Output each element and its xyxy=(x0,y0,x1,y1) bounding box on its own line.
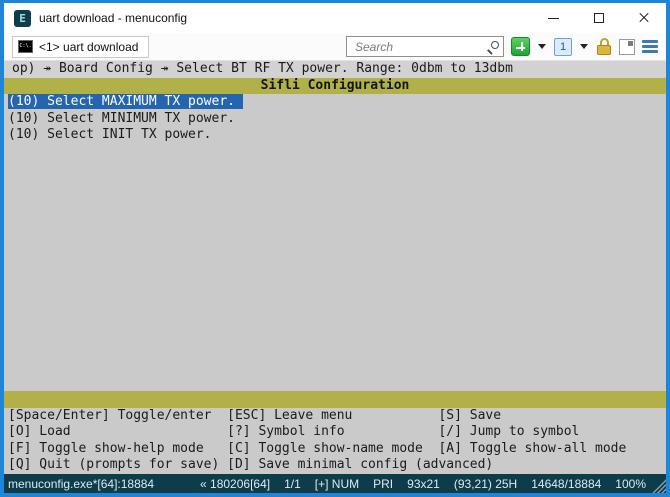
help-text: [Space/Enter] Toggle/enter [ESC] Leave m… xyxy=(4,408,666,474)
menuconfig-section-title: Sifli Configuration xyxy=(4,78,666,95)
console-list-dropdown-caret[interactable] xyxy=(580,44,588,49)
search-input[interactable] xyxy=(353,39,486,55)
console-tab[interactable]: C:\. <1> uart download xyxy=(12,36,149,58)
search-box xyxy=(346,36,504,57)
new-console-dropdown-caret[interactable] xyxy=(538,44,546,49)
new-console-button[interactable] xyxy=(511,37,530,56)
maximize-icon xyxy=(594,13,604,23)
window-title: uart download - menuconfig xyxy=(39,11,187,25)
menu-list: (10) Select MAXIMUM TX power. (10) Selec… xyxy=(4,94,666,144)
terminal-empty-area xyxy=(4,144,666,391)
tab-toolbar: C:\. <1> uart download 1 xyxy=(4,33,666,61)
status-segment: PRI xyxy=(373,477,393,491)
close-button[interactable] xyxy=(621,3,666,33)
minimize-icon xyxy=(548,18,559,19)
menu-item[interactable]: (10) Select INIT TX power. xyxy=(4,127,666,144)
menu-hamburger-icon[interactable] xyxy=(642,40,658,53)
window-panel-icon[interactable] xyxy=(619,39,635,55)
window-controls xyxy=(531,3,666,33)
status-segments: « 180206[64] 1/1 [+] NUM PRI 93x21 (93,21) 25… xyxy=(200,477,646,491)
console-tab-label: <1> uart download xyxy=(39,40,138,54)
lock-icon[interactable] xyxy=(596,38,612,56)
terminal-screen[interactable]: op) ↠ Board Config ↠ Select BT RF TX pow… xyxy=(4,61,666,474)
app-icon: E xyxy=(14,10,31,27)
console-number-button[interactable]: 1 xyxy=(554,38,572,56)
status-segment: 93x21 xyxy=(407,477,440,491)
status-segment: « 180206[64] xyxy=(200,477,270,491)
status-segment: [+] NUM xyxy=(315,477,359,491)
selected-menu-item[interactable]: (10) Select MAXIMUM TX power. xyxy=(8,94,243,109)
close-icon xyxy=(638,12,650,24)
resize-grip-icon[interactable] xyxy=(651,478,666,493)
menu-item[interactable]: (10) Select MAXIMUM TX power. xyxy=(4,94,666,111)
status-bar: menuconfig.exe*[64]:18884 « 180206[64] 1/… xyxy=(4,474,666,493)
status-segment: (93,21) 25H xyxy=(454,477,517,491)
separator-band xyxy=(4,391,666,408)
minimize-button[interactable] xyxy=(531,3,576,33)
menuconfig-path-line: op) ↠ Board Config ↠ Select BT RF TX pow… xyxy=(4,61,666,78)
cmd-icon: C:\. xyxy=(18,40,33,53)
title-bar: E uart download - menuconfig xyxy=(4,3,666,33)
search-icon[interactable] xyxy=(486,40,499,54)
status-segment: 1/1 xyxy=(284,477,301,491)
status-segment: 14648/18884 xyxy=(531,477,601,491)
conemu-window: E uart download - menuconfig C:\. <1> ua… xyxy=(0,0,670,497)
status-segment: 100% xyxy=(615,477,646,491)
maximize-button[interactable] xyxy=(576,3,621,33)
menu-item[interactable]: (10) Select MINIMUM TX power. xyxy=(4,111,666,128)
status-process: menuconfig.exe*[64]:18884 xyxy=(8,477,154,491)
